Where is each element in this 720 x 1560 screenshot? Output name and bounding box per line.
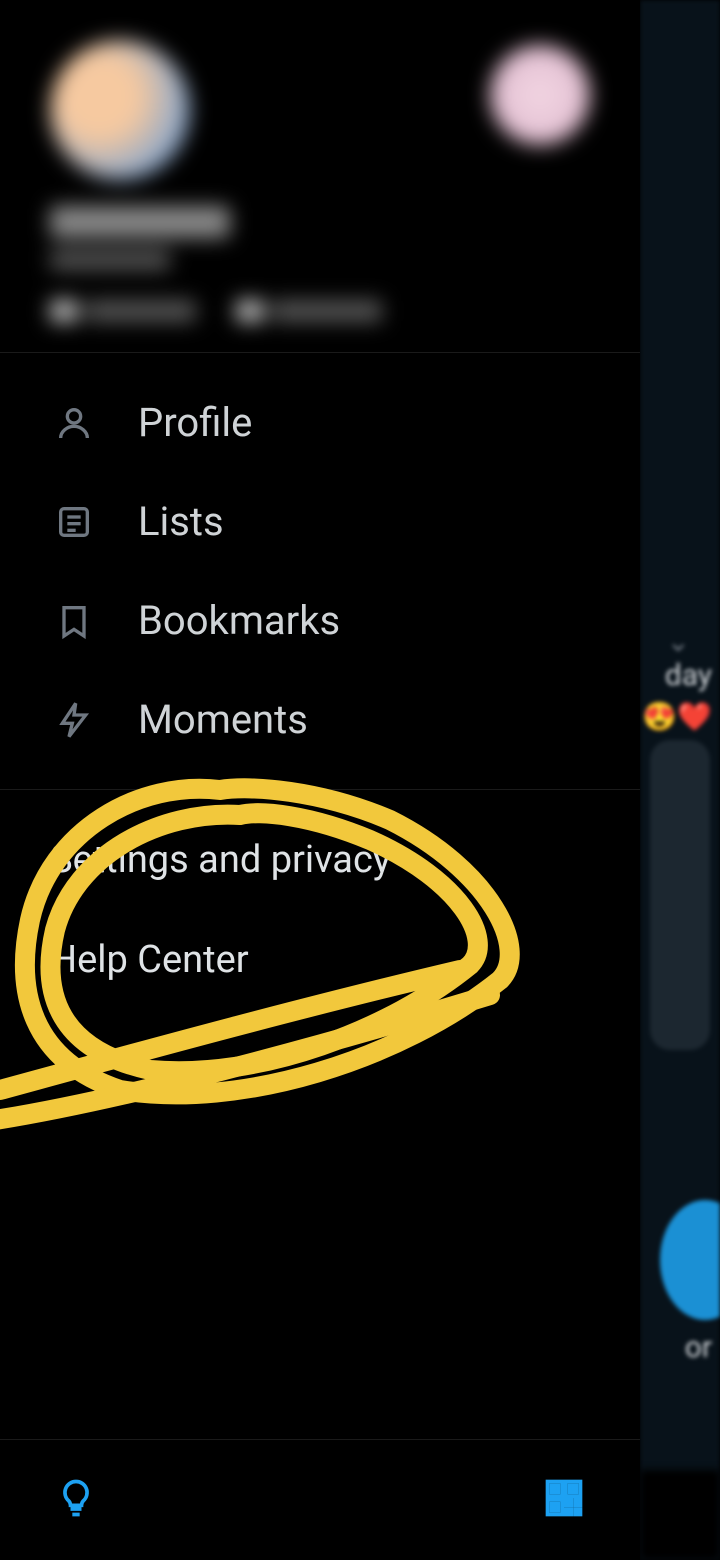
menu-item-moments[interactable]: Moments: [0, 670, 640, 769]
primary-menu: Profile Lists Bookmarks Moments: [0, 352, 640, 789]
bottom-nav-obscured: [640, 1470, 720, 1560]
feed-text-fragment: day: [665, 658, 712, 693]
qr-code-button[interactable]: [542, 1476, 586, 1524]
navigation-drawer: Profile Lists Bookmarks Moments Settings…: [0, 0, 640, 1560]
menu-item-lists[interactable]: Lists: [0, 472, 640, 571]
menu-item-help-center[interactable]: Help Center: [0, 910, 640, 1010]
drawer-header: [0, 0, 640, 352]
menu-item-profile[interactable]: Profile: [0, 373, 640, 472]
menu-item-label: Lists: [138, 498, 224, 545]
menu-item-label: Moments: [138, 696, 308, 743]
menu-item-label: Profile: [138, 399, 252, 446]
qr-code-icon: [542, 1476, 586, 1520]
display-name: [50, 206, 230, 238]
menu-item-label: Settings and privacy: [50, 838, 391, 882]
bookmark-icon: [54, 601, 94, 641]
compose-fab[interactable]: [660, 1200, 720, 1320]
profile-icon: [54, 403, 94, 443]
account-switcher-avatar[interactable]: [490, 45, 590, 145]
feed-text-fragment: or: [685, 1330, 712, 1365]
user-handle: [50, 250, 170, 270]
chevron-down-icon: ⌄: [667, 625, 690, 658]
following-count[interactable]: [50, 300, 196, 322]
drawer-footer: [0, 1439, 640, 1560]
lightbulb-icon: [54, 1476, 98, 1520]
secondary-menu: Settings and privacy Help Center: [0, 789, 640, 1030]
menu-item-label: Help Center: [50, 938, 249, 982]
menu-item-settings-privacy[interactable]: Settings and privacy: [0, 810, 640, 910]
avatar[interactable]: [50, 40, 190, 180]
moments-icon: [54, 700, 94, 740]
menu-item-label: Bookmarks: [138, 597, 340, 644]
theme-toggle[interactable]: [54, 1476, 98, 1524]
obscured-feed: ⌄ day 😍❤️ or: [640, 0, 720, 1560]
feed-media-box: [650, 740, 710, 1050]
followers-count[interactable]: [236, 300, 382, 322]
lists-icon: [54, 502, 94, 542]
emoji-hearts: 😍❤️: [642, 700, 712, 733]
menu-item-bookmarks[interactable]: Bookmarks: [0, 571, 640, 670]
